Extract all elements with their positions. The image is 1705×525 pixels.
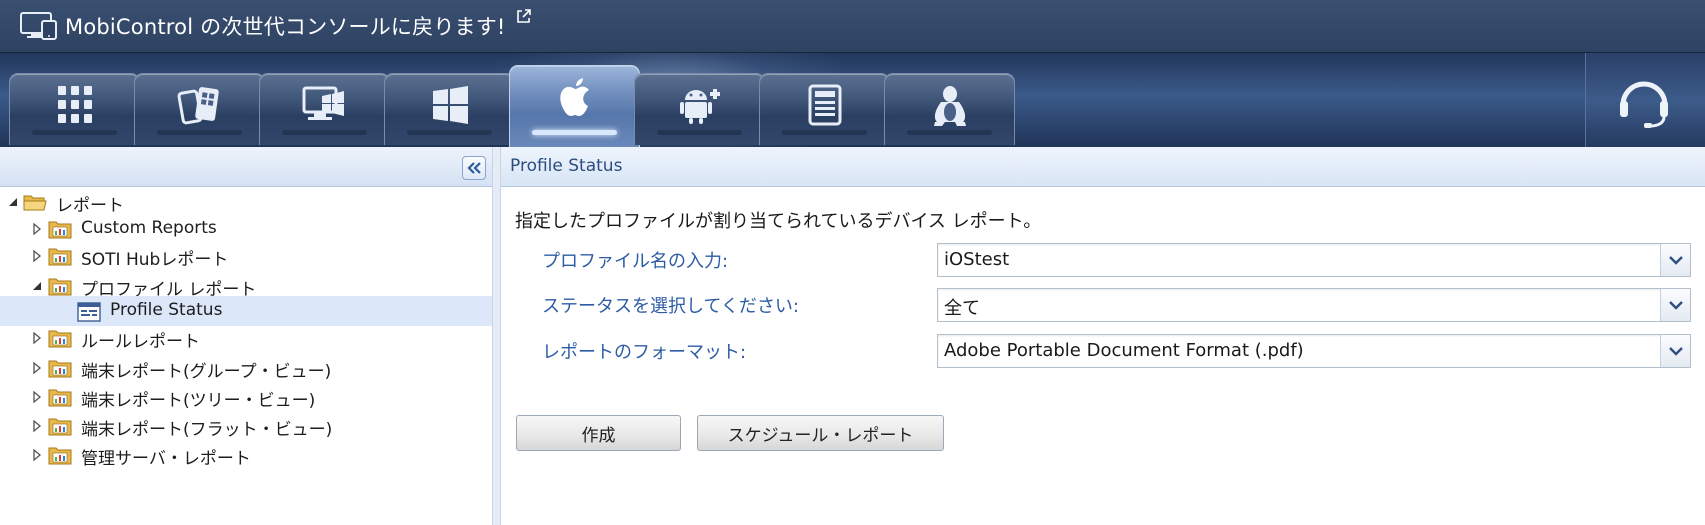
expanded-arrow-icon[interactable]	[31, 280, 43, 292]
expanded-arrow-icon[interactable]	[7, 196, 19, 208]
grid-icon	[58, 86, 92, 123]
report-format-select[interactable]: Adobe Portable Document Format (.pdf)	[937, 334, 1691, 368]
report-document-icon	[77, 302, 101, 322]
windows-modern-icon	[433, 86, 468, 124]
tab-windows-modern[interactable]	[384, 73, 515, 145]
profile-name-value: iOStest	[944, 249, 1010, 270]
tree-node[interactable]: ルールレポート	[0, 323, 492, 353]
collapsed-arrow-icon[interactable]	[31, 223, 43, 235]
tab-underline	[407, 130, 492, 135]
collapsed-arrow-icon[interactable]	[31, 449, 43, 461]
dropdown-button[interactable]	[1660, 289, 1690, 321]
tree-label: 管理サーバ・レポート	[81, 449, 251, 469]
tab-android-plus[interactable]	[634, 73, 765, 145]
collapsed-arrow-icon[interactable]	[31, 250, 43, 262]
schedule-report-button[interactable]: スケジュール・レポート	[697, 415, 944, 451]
top-header-bar: MobiControl の次世代コンソールに戻ります!	[0, 0, 1705, 52]
chevron-down-icon	[1669, 301, 1683, 310]
tree-node-root[interactable]: レポート	[0, 187, 492, 217]
tab-printer[interactable]	[759, 73, 890, 145]
status-value: 全て	[944, 298, 980, 319]
dropdown-button[interactable]	[1660, 244, 1690, 276]
report-folder-icon	[48, 221, 72, 239]
profile-name-label: プロファイル名の入力:	[542, 251, 729, 272]
folder-open-icon	[23, 195, 47, 211]
report-folder-icon	[48, 360, 72, 378]
collapsed-arrow-icon[interactable]	[31, 332, 43, 344]
tab-linux[interactable]	[884, 73, 1015, 145]
tree-label: SOTI Hubレポート	[81, 250, 229, 270]
tree-node[interactable]: 管理サーバ・レポート	[0, 440, 492, 470]
android-plus-icon	[680, 89, 720, 124]
tree-label: 端末レポート(グループ・ビュー)	[81, 362, 332, 382]
page-title: Profile Status	[510, 156, 623, 176]
tree-label: 端末レポート(フラット・ビュー)	[81, 420, 333, 440]
status-select[interactable]: 全て	[937, 288, 1691, 322]
tab-underline	[657, 130, 742, 135]
tree-node[interactable]: 端末レポート(グループ・ビュー)	[0, 353, 492, 383]
tree-node-selected[interactable]: Profile Status	[0, 296, 492, 326]
collapsed-arrow-icon[interactable]	[31, 391, 43, 403]
panel-splitter[interactable]	[492, 147, 501, 525]
tree-node[interactable]: Custom Reports	[0, 214, 492, 244]
dropdown-button[interactable]	[1660, 335, 1690, 367]
create-button[interactable]: 作成	[516, 415, 681, 451]
tab-windows-mobile[interactable]	[134, 73, 265, 145]
back-to-console-link[interactable]: MobiControl の次世代コンソールに戻ります!	[65, 11, 506, 41]
tree-node[interactable]: 端末レポート(ツリー・ビュー)	[0, 382, 492, 412]
tab-underline	[157, 130, 242, 135]
external-link-icon[interactable]	[516, 8, 532, 24]
report-format-value: Adobe Portable Document Format (.pdf)	[944, 340, 1304, 361]
tree-label: 端末レポート(ツリー・ビュー)	[81, 391, 316, 411]
windows-mobile-icon	[177, 87, 219, 125]
apple-icon	[560, 78, 589, 116]
double-chevron-left-icon	[467, 162, 481, 174]
status-label: ステータスを選択してください:	[542, 296, 799, 317]
windows-classic-icon	[302, 86, 344, 120]
platform-tab-bar	[0, 52, 1705, 147]
tab-underline	[282, 130, 367, 135]
tab-windows-classic[interactable]	[259, 73, 390, 145]
tree-label: Profile Status	[110, 300, 223, 320]
tree-panel-header	[0, 147, 492, 187]
tab-underline	[32, 130, 117, 135]
report-folder-icon	[48, 330, 72, 348]
report-tree-panel: レポート Custom Reports SOTI Hubレポート プロファイル …	[0, 147, 492, 525]
report-description: 指定したプロファイルが割り当てられているデバイス レポート。	[515, 211, 1042, 232]
monitor-devices-icon	[20, 12, 57, 40]
report-folder-icon	[48, 447, 72, 465]
tab-all-devices[interactable]	[9, 73, 140, 145]
tree-label: ルールレポート	[81, 332, 200, 352]
tab-apple[interactable]	[509, 65, 640, 147]
collapsed-arrow-icon[interactable]	[31, 362, 43, 374]
tree-node[interactable]: SOTI Hubレポート	[0, 241, 492, 271]
tab-underline	[532, 130, 617, 135]
tree-label: Custom Reports	[81, 218, 217, 238]
tree-node[interactable]: 端末レポート(フラット・ビュー)	[0, 411, 492, 441]
tree-label: レポート	[56, 196, 124, 216]
report-format-label: レポートのフォーマット:	[542, 342, 747, 363]
printer-icon	[808, 84, 842, 126]
chevron-down-icon	[1669, 347, 1683, 356]
collapsed-arrow-icon[interactable]	[31, 420, 43, 432]
linux-tux-icon	[934, 86, 966, 126]
chevron-down-icon	[1669, 256, 1683, 265]
profile-name-select[interactable]: iOStest	[937, 243, 1691, 277]
support-button[interactable]	[1585, 53, 1705, 147]
report-detail-panel: Profile Status 指定したプロファイルが割り当てられているデバイス …	[501, 147, 1705, 525]
report-folder-icon	[48, 389, 72, 407]
tab-underline	[907, 130, 992, 135]
report-folder-icon	[48, 278, 72, 296]
collapse-panel-button[interactable]	[462, 156, 486, 180]
headset-icon	[1620, 81, 1668, 128]
tab-underline	[782, 130, 867, 135]
report-folder-icon	[48, 418, 72, 436]
detail-panel-header: Profile Status	[501, 147, 1705, 187]
report-folder-icon	[48, 248, 72, 266]
